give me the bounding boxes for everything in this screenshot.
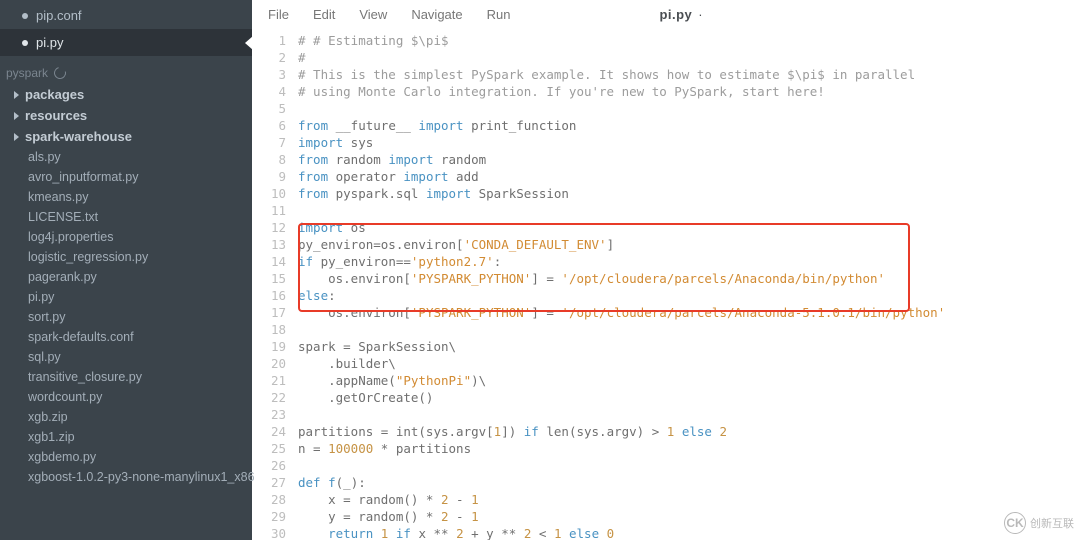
code-line[interactable]: [298, 406, 1080, 423]
code-line[interactable]: os.environ['PYSPARK_PYTHON'] = '/opt/clo…: [298, 270, 1080, 287]
code-line[interactable]: from __future__ import print_function: [298, 117, 1080, 134]
menu-file[interactable]: File: [268, 7, 289, 22]
file-item[interactable]: log4j.properties: [0, 227, 252, 247]
file-item[interactable]: pi.py: [0, 287, 252, 307]
code-line[interactable]: [298, 457, 1080, 474]
code-editor[interactable]: 1234567891011121314151617181920212223242…: [252, 28, 1080, 540]
chevron-right-icon: [14, 91, 19, 99]
code-line[interactable]: [298, 202, 1080, 219]
code-line[interactable]: if py_environ=='python2.7':: [298, 253, 1080, 270]
tab-pi-py[interactable]: pi.py: [0, 29, 252, 56]
project-header[interactable]: pyspark: [0, 56, 252, 84]
line-gutter: 1234567891011121314151617181920212223242…: [252, 32, 298, 540]
code-line[interactable]: spark = SparkSession\: [298, 338, 1080, 355]
file-item[interactable]: sort.py: [0, 307, 252, 327]
folder-label: packages: [25, 87, 84, 102]
code-line[interactable]: py_environ=os.environ['CONDA_DEFAULT_ENV…: [298, 236, 1080, 253]
menu-run[interactable]: Run: [487, 7, 511, 22]
file-item[interactable]: wordcount.py: [0, 387, 252, 407]
file-item[interactable]: sql.py: [0, 347, 252, 367]
main-panel: File Edit View Navigate Run pi.py· 12345…: [252, 0, 1080, 540]
refresh-icon[interactable]: [52, 65, 68, 81]
tab-dot-icon: [22, 13, 28, 19]
open-tabs: pip.conf pi.py: [0, 0, 252, 56]
code-line[interactable]: .getOrCreate(): [298, 389, 1080, 406]
code-line[interactable]: # using Monte Carlo integration. If you'…: [298, 83, 1080, 100]
file-item[interactable]: avro_inputformat.py: [0, 167, 252, 187]
code-line[interactable]: from operator import add: [298, 168, 1080, 185]
file-item[interactable]: xgbdemo.py: [0, 447, 252, 467]
file-item[interactable]: LICENSE.txt: [0, 207, 252, 227]
code-line[interactable]: from pyspark.sql import SparkSession: [298, 185, 1080, 202]
watermark-logo-icon: CK: [1004, 512, 1026, 534]
menu-navigate[interactable]: Navigate: [411, 7, 462, 22]
tab-pip-conf[interactable]: pip.conf: [0, 2, 252, 29]
chevron-right-icon: [14, 112, 19, 120]
folder-resources[interactable]: resources: [0, 105, 252, 126]
code-line[interactable]: return 1 if x ** 2 + y ** 2 < 1 else 0: [298, 525, 1080, 540]
menu-edit[interactable]: Edit: [313, 7, 335, 22]
file-item[interactable]: als.py: [0, 147, 252, 167]
modified-indicator: ·: [692, 7, 703, 22]
tab-dot-icon: [22, 40, 28, 46]
folder-label: spark-warehouse: [25, 129, 132, 144]
tab-label: pi.py: [36, 35, 63, 50]
code-line[interactable]: import sys: [298, 134, 1080, 151]
file-item[interactable]: xgboost-1.0.2-py3-none-manylinux1_x86: [0, 467, 252, 487]
file-list: als.pyavro_inputformat.pykmeans.pyLICENS…: [0, 147, 252, 487]
menu-view[interactable]: View: [359, 7, 387, 22]
file-item[interactable]: logistic_regression.py: [0, 247, 252, 267]
project-name: pyspark: [6, 66, 48, 80]
menu-bar: File Edit View Navigate Run pi.py·: [252, 0, 1080, 28]
code-line[interactable]: [298, 100, 1080, 117]
code-line[interactable]: x = random() * 2 - 1: [298, 491, 1080, 508]
code-line[interactable]: n = 100000 * partitions: [298, 440, 1080, 457]
document-title: pi.py·: [659, 7, 703, 22]
code-line[interactable]: y = random() * 2 - 1: [298, 508, 1080, 525]
folder-label: resources: [25, 108, 87, 123]
code-line[interactable]: # # Estimating $\pi$: [298, 32, 1080, 49]
code-line[interactable]: .builder\: [298, 355, 1080, 372]
code-area[interactable]: # # Estimating $\pi$## This is the simpl…: [298, 32, 1080, 540]
code-line[interactable]: def f(_):: [298, 474, 1080, 491]
file-item[interactable]: xgb1.zip: [0, 427, 252, 447]
watermark-text: 创新互联: [1030, 515, 1074, 531]
code-line[interactable]: [298, 321, 1080, 338]
file-item[interactable]: kmeans.py: [0, 187, 252, 207]
file-item[interactable]: xgb.zip: [0, 407, 252, 427]
code-line[interactable]: from random import random: [298, 151, 1080, 168]
code-line[interactable]: #: [298, 49, 1080, 66]
tab-label: pip.conf: [36, 8, 82, 23]
watermark: CK 创新互联: [1004, 512, 1074, 534]
folder-packages[interactable]: packages: [0, 84, 252, 105]
code-line[interactable]: partitions = int(sys.argv[1]) if len(sys…: [298, 423, 1080, 440]
code-line[interactable]: else:: [298, 287, 1080, 304]
folder-spark-warehouse[interactable]: spark-warehouse: [0, 126, 252, 147]
code-line[interactable]: os.environ['PYSPARK_PYTHON'] = '/opt/clo…: [298, 304, 1080, 321]
sidebar: pip.conf pi.py pyspark packages resource…: [0, 0, 252, 540]
chevron-right-icon: [14, 133, 19, 141]
code-line[interactable]: import os: [298, 219, 1080, 236]
file-item[interactable]: transitive_closure.py: [0, 367, 252, 387]
file-item[interactable]: spark-defaults.conf: [0, 327, 252, 347]
code-line[interactable]: # This is the simplest PySpark example. …: [298, 66, 1080, 83]
code-line[interactable]: .appName("PythonPi")\: [298, 372, 1080, 389]
file-item[interactable]: pagerank.py: [0, 267, 252, 287]
